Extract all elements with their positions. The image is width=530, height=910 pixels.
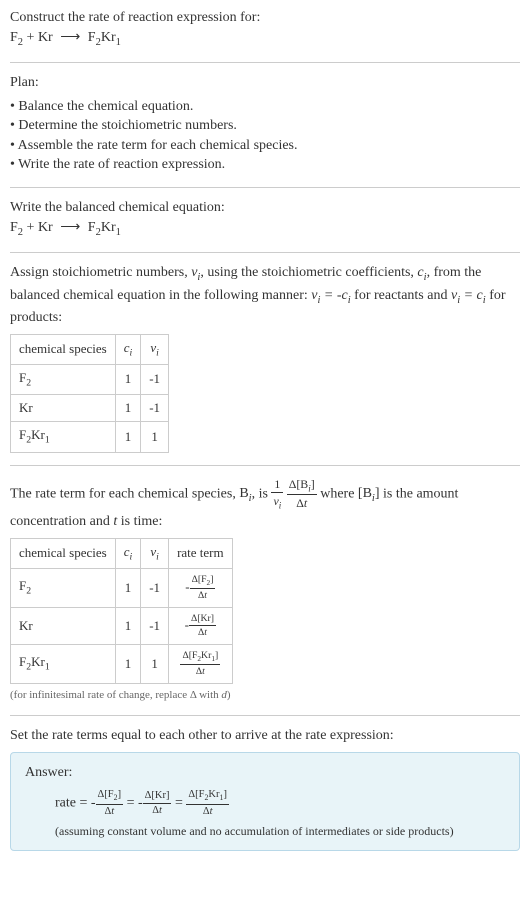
table-header-row: chemical species ci νi rate term <box>11 538 233 568</box>
cell-species: Kr <box>11 607 116 644</box>
cell-species: F2Kr1 <box>11 645 116 684</box>
cell-vi: -1 <box>141 607 169 644</box>
rate-frac: Δ[F2Kr1]Δt <box>186 788 229 819</box>
plan-item: • Balance the chemical equation. <box>10 97 520 117</box>
cell-vi: 1 <box>141 645 169 684</box>
intro-equation: F2 + Kr ⟶ F2Kr1 <box>10 28 520 50</box>
text: , is <box>252 486 272 501</box>
rate-expression: rate = -Δ[F2]Δt = -Δ[Kr]Δt = Δ[F2Kr1]Δt <box>25 788 505 819</box>
table-row: Kr 1 -1 -Δ[Kr]Δt <box>11 607 233 644</box>
cell-species: F2 <box>11 568 116 607</box>
plan-section: Plan: • Balance the chemical equation. •… <box>10 73 520 175</box>
cell-vi: -1 <box>141 364 169 394</box>
col-ci: ci <box>115 334 141 364</box>
cell-rate: Δ[F2Kr1]Δt <box>169 645 233 684</box>
divider <box>10 465 520 466</box>
bi: Bi <box>239 486 251 501</box>
intro-title: Construct the rate of reaction expressio… <box>10 8 520 28</box>
cell-rate: -Δ[F2]Δt <box>169 568 233 607</box>
cell-rate: -Δ[Kr]Δt <box>169 607 233 644</box>
relation: νi = -ci <box>311 288 350 303</box>
equals: = <box>127 796 138 811</box>
cell-ci: 1 <box>115 395 141 422</box>
c-i: ci <box>417 265 426 280</box>
text: , using the stoichiometric coefficients, <box>200 265 417 280</box>
divider <box>10 715 520 716</box>
cell-ci: 1 <box>115 568 141 607</box>
rate-frac: Δ[Kr]Δt <box>143 789 172 819</box>
table-row: F2Kr1 1 1 Δ[F2Kr1]Δt <box>11 645 233 684</box>
cell-ci: 1 <box>115 422 141 452</box>
col-species: chemical species <box>11 334 116 364</box>
cell-vi: -1 <box>141 395 169 422</box>
stoich-intro: Assign stoichiometric numbers, νi, using… <box>10 263 520 328</box>
num: Δ[Kr] <box>189 612 216 627</box>
table-row: F2 1 -1 -Δ[F2]Δt <box>11 568 233 607</box>
answer-label: Answer: <box>25 763 505 783</box>
cell-vi: -1 <box>141 568 169 607</box>
rateterm-section: The rate term for each chemical species,… <box>10 476 520 704</box>
divider <box>10 252 520 253</box>
balanced-equation: F2 + Kr ⟶ F2Kr1 <box>10 218 520 240</box>
plan-item: • Assemble the rate term for each chemic… <box>10 136 520 156</box>
plan-title: Plan: <box>10 73 520 93</box>
rate-prefix: rate = <box>55 796 91 811</box>
text: is time: <box>117 514 162 529</box>
table-row: F2 1 -1 <box>11 364 169 394</box>
stoich-section: Assign stoichiometric numbers, νi, using… <box>10 263 520 452</box>
table-header-row: chemical species ci νi <box>11 334 169 364</box>
text: where <box>320 486 358 501</box>
text: The rate term for each chemical species, <box>10 486 239 501</box>
final-title: Set the rate terms equal to each other t… <box>10 726 520 746</box>
cell-ci: 1 <box>115 645 141 684</box>
nu-i: νi <box>191 265 200 280</box>
intro-section: Construct the rate of reaction expressio… <box>10 8 520 50</box>
frac-dbi-dt: Δ[Bi]Δt <box>287 476 317 513</box>
cell-ci: 1 <box>115 364 141 394</box>
balanced-section: Write the balanced chemical equation: F2… <box>10 198 520 240</box>
cell-vi: 1 <box>141 422 169 452</box>
plan-item: • Write the rate of reaction expression. <box>10 155 520 175</box>
divider <box>10 62 520 63</box>
divider <box>10 187 520 188</box>
plan-list: • Balance the chemical equation. • Deter… <box>10 97 520 175</box>
final-section: Set the rate terms equal to each other t… <box>10 726 520 851</box>
cell-species: F2 <box>11 364 116 394</box>
plan-item: • Determine the stoichiometric numbers. <box>10 116 520 136</box>
rateterm-table: chemical species ci νi rate term F2 1 -1… <box>10 538 233 684</box>
rate-frac: Δ[F2]Δt <box>96 788 124 819</box>
cell-species: F2Kr1 <box>11 422 116 452</box>
stoich-table: chemical species ci νi F2 1 -1 Kr 1 -1 F… <box>10 334 169 453</box>
col-species: chemical species <box>11 538 116 568</box>
rate-frac: Δ[F2Kr1]Δt <box>180 649 220 679</box>
relation: νi = ci <box>451 288 486 303</box>
equals: = <box>175 796 186 811</box>
text: for reactants and <box>351 288 451 303</box>
cell-species: Kr <box>11 395 116 422</box>
rate-frac: Δ[Kr]Δt <box>189 612 216 640</box>
rateterm-intro: The rate term for each chemical species,… <box>10 476 520 532</box>
col-vi: νi <box>141 538 169 568</box>
col-vi: νi <box>141 334 169 364</box>
cell-ci: 1 <box>115 607 141 644</box>
rate-frac: Δ[F2]Δt <box>190 573 216 603</box>
col-ci: ci <box>115 538 141 568</box>
bi-bracket: [Bi] <box>358 486 380 501</box>
frac-1-nu: 1νi <box>271 476 283 513</box>
text: Assign stoichiometric numbers, <box>10 265 191 280</box>
num: Δ[Kr] <box>143 789 172 805</box>
assumption-note: (assuming constant volume and no accumul… <box>25 823 505 840</box>
col-rate: rate term <box>169 538 233 568</box>
table-row: F2Kr1 1 1 <box>11 422 169 452</box>
balanced-title: Write the balanced chemical equation: <box>10 198 520 218</box>
answer-box: Answer: rate = -Δ[F2]Δt = -Δ[Kr]Δt = Δ[F… <box>10 752 520 851</box>
rateterm-note: (for infinitesimal rate of change, repla… <box>10 688 520 703</box>
table-row: Kr 1 -1 <box>11 395 169 422</box>
